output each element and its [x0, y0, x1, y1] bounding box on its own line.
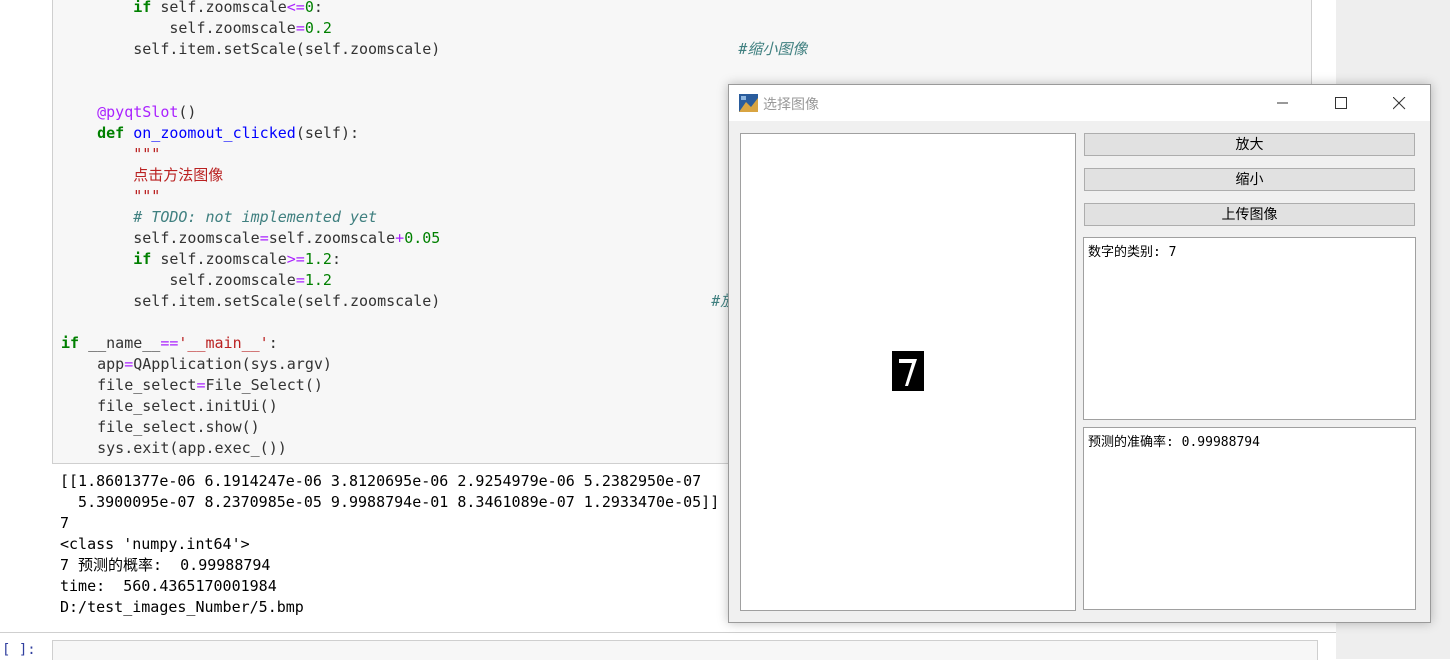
- code-token: =: [196, 376, 206, 394]
- code-token: __name__: [79, 334, 161, 352]
- code-token: if: [133, 250, 152, 268]
- window-titlebar[interactable]: 选择图像: [729, 85, 1430, 121]
- image-view[interactable]: [740, 133, 1076, 611]
- code-line: self.item.setScale(self.zoomscale) #放: [61, 291, 735, 312]
- accuracy-result-box[interactable]: 预测的准确率: 0.99988794: [1083, 427, 1416, 610]
- code-token: 点击方法图像: [133, 166, 224, 184]
- output-line: time: 560.4365170001984: [60, 577, 277, 595]
- code-token: self.zoomscale: [151, 0, 287, 16]
- code-token: file_select: [97, 376, 197, 394]
- maximize-icon: [1334, 96, 1347, 109]
- code-line: 点击方法图像: [61, 165, 223, 186]
- code-token: self.zoomscale: [133, 229, 260, 247]
- digit-image: [892, 351, 924, 391]
- output-line: D:/test_images_Number/5.bmp: [60, 598, 304, 616]
- code-line: self.zoomscale=self.zoomscale+0.05: [61, 228, 440, 249]
- window-title: 选择图像: [763, 97, 819, 113]
- code-token: QApplication(sys.argv): [133, 355, 332, 373]
- output-line: 5.3900095e-07 8.2370985e-05 9.9988794e-0…: [60, 493, 720, 511]
- class-result-text: 数字的类别: 7: [1088, 245, 1177, 260]
- code-token: 0.05: [404, 229, 441, 247]
- code-token: >=: [286, 250, 305, 268]
- code-line: """: [61, 144, 160, 165]
- code-token: sys.exit(app.exec_()): [97, 439, 287, 457]
- code-token: 0: [304, 0, 314, 16]
- zoom-in-button[interactable]: 放大: [1084, 133, 1415, 156]
- code-line: """: [61, 186, 160, 207]
- code-token: self.zoomscale: [151, 250, 287, 268]
- code-token: '__main__': [178, 334, 269, 352]
- code-line: # TODO: not implemented yet: [61, 207, 377, 228]
- code-token: (self):: [295, 124, 360, 142]
- code-token: =: [259, 229, 269, 247]
- upload-image-button[interactable]: 上传图像: [1084, 203, 1415, 226]
- code-token: 1.2: [304, 250, 332, 268]
- code-token: <=: [286, 0, 305, 16]
- class-result-box[interactable]: 数字的类别: 7: [1083, 237, 1416, 420]
- code-token: =: [295, 19, 305, 37]
- cell-output: [[1.8601377e-06 6.1914247e-06 3.8120695e…: [52, 466, 732, 631]
- code-token: """: [133, 187, 161, 205]
- accuracy-result-text: 预测的准确率: 0.99988794: [1088, 435, 1260, 450]
- code-token: (): [178, 103, 197, 121]
- code-token: on_zoomout_clicked: [133, 124, 296, 142]
- code-line: if __name__=='__main__':: [61, 333, 278, 354]
- code-line: sys.exit(app.exec_()): [61, 438, 287, 459]
- code-token: ==: [160, 334, 179, 352]
- code-token: self.item.setScale(self.zoomscale): [133, 292, 441, 310]
- maximize-button[interactable]: [1312, 85, 1370, 121]
- code-token: self.zoomscale: [169, 19, 296, 37]
- code-line: file_select.initUi(): [61, 396, 278, 417]
- code-token: 0.2: [304, 19, 332, 37]
- close-icon: [1392, 96, 1405, 109]
- code-token: """: [133, 145, 161, 163]
- code-line: app=QApplication(sys.argv): [61, 354, 332, 375]
- output-line: [[1.8601377e-06 6.1914247e-06 3.8120695e…: [60, 472, 702, 490]
- code-line: file_select.show(): [61, 417, 260, 438]
- code-line: self.item.setScale(self.zoomscale) #缩小图像: [61, 39, 807, 60]
- minimize-icon: [1277, 102, 1288, 104]
- code-token: def: [97, 124, 125, 142]
- code-line: if self.zoomscale>=1.2:: [61, 249, 341, 270]
- code-token: +: [395, 229, 405, 247]
- code-line: if self.zoomscale<=0:: [61, 0, 323, 18]
- code-line: @pyqtSlot(): [61, 102, 196, 123]
- output-line: 7: [60, 514, 70, 532]
- notebook-gutter: [0, 0, 52, 659]
- code-line: def on_zoomout_clicked(self):: [61, 123, 359, 144]
- output-line: 7 预测的概率: 0.99988794: [60, 556, 271, 574]
- close-button[interactable]: [1370, 85, 1428, 121]
- code-line: file_select=File_Select(): [61, 375, 323, 396]
- code-token: =: [295, 271, 305, 289]
- code-token: app: [97, 355, 125, 373]
- code-token: # TODO: not implemented yet: [133, 208, 378, 226]
- code-token: =: [124, 355, 134, 373]
- code-token: if: [61, 334, 80, 352]
- select-image-window: 选择图像 放大 缩小 上传图像 数字的类别: 7 预测的准确率: 0.99988…: [728, 84, 1431, 623]
- code-token: 1.2: [304, 271, 332, 289]
- code-token: file_select.show(): [97, 418, 260, 436]
- code-token: :: [331, 250, 341, 268]
- minimize-button[interactable]: [1254, 85, 1312, 121]
- code-token: self.item.setScale(self.zoomscale): [133, 40, 441, 58]
- code-token: @pyqtSlot: [97, 103, 179, 121]
- cell-prompt: [ ]:: [2, 642, 36, 658]
- code-token: File_Select(): [205, 376, 323, 394]
- output-line: <class 'numpy.int64'>: [60, 535, 250, 553]
- code-line: self.zoomscale=1.2: [61, 270, 332, 291]
- code-line: self.zoomscale=0.2: [61, 18, 332, 39]
- code-token: :: [268, 334, 278, 352]
- code-token: file_select.initUi(): [97, 397, 278, 415]
- code-token: self.zoomscale: [169, 271, 296, 289]
- zoom-out-button[interactable]: 缩小: [1084, 168, 1415, 191]
- empty-code-cell[interactable]: [52, 640, 1318, 660]
- app-icon: [739, 94, 758, 112]
- code-token: if: [133, 0, 152, 16]
- code-token: #缩小图像: [738, 40, 808, 58]
- code-token: self.zoomscale: [268, 229, 396, 247]
- code-token: :: [313, 0, 323, 16]
